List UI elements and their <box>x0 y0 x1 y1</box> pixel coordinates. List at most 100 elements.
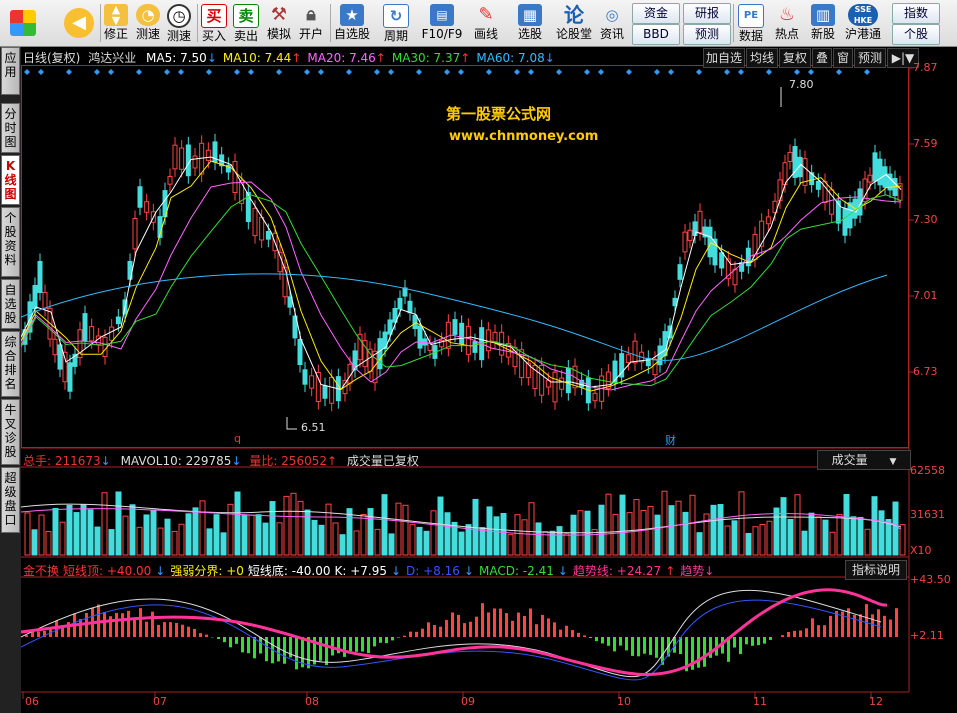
candle-body <box>422 338 428 346</box>
kline-toolbar-button[interactable]: 叠 <box>812 48 832 68</box>
date-tick: 11 <box>753 695 767 708</box>
fund-button[interactable]: 资金 <box>632 3 680 24</box>
volume-bar <box>227 503 234 556</box>
kline-toolbar-button[interactable]: 复权 <box>779 48 811 68</box>
macd-bar <box>385 637 388 644</box>
adjust-button[interactable]: ▲ ▼ 修正 <box>102 2 130 44</box>
candle-body <box>872 152 878 182</box>
kline-chart-svg[interactable] <box>21 47 957 713</box>
forum-icon: 论 <box>564 3 584 27</box>
volume-bar <box>724 525 731 556</box>
tab-kline[interactable]: K线图 <box>1 155 20 205</box>
research-button[interactable]: 研报 <box>683 3 731 24</box>
macd-bar <box>889 619 892 637</box>
volume-bar <box>178 523 185 556</box>
date-tick: 07 <box>153 695 167 708</box>
tab-watchlist[interactable]: 自选股 <box>1 279 20 329</box>
volume-bar <box>871 496 878 556</box>
speed-test-button[interactable]: ◔ 测速 <box>133 2 163 44</box>
signal-diamond <box>388 69 394 75</box>
signal-diamond <box>626 69 632 75</box>
sell-button[interactable]: 卖 卖出 <box>232 2 260 44</box>
volume-bar <box>115 491 122 556</box>
macd-bar <box>505 613 508 637</box>
index-button[interactable]: 指数 <box>892 3 940 24</box>
volume-bar <box>598 504 605 556</box>
watchlist-button[interactable]: ★ 自选股 <box>332 2 372 44</box>
tab-ranking[interactable]: 综合排名 <box>1 331 20 397</box>
draw-line-button[interactable]: ✎ 画线 <box>468 2 504 44</box>
macd-bar <box>613 637 616 652</box>
pe-icon: PE <box>738 4 764 28</box>
candle-body <box>592 392 598 402</box>
personal-stock-button[interactable]: 个股 <box>892 24 940 45</box>
app-logo[interactable] <box>3 2 43 44</box>
signal-diamond <box>38 69 44 75</box>
ipo-button[interactable]: ▥ 新股 <box>808 2 838 44</box>
event-marker-q[interactable]: q <box>234 432 241 445</box>
simulate-button[interactable]: ⚒ 模拟 <box>264 2 294 44</box>
hk-connect-button[interactable]: SSE HKE 沪港通 <box>843 2 883 44</box>
price-axis-label: 7.87 <box>913 61 938 74</box>
candle-body <box>842 208 848 236</box>
candle-body <box>89 326 95 342</box>
f10-button[interactable]: ▤ F10/F9 <box>420 2 464 44</box>
period-button[interactable]: ↻ 周期 <box>376 2 416 44</box>
finance-marker[interactable]: 财 <box>665 432 676 448</box>
date-tick: 09 <box>461 695 475 708</box>
macd-bar <box>571 630 574 637</box>
macd-bar <box>325 637 328 666</box>
candle-body <box>192 155 198 169</box>
macd-bar <box>781 635 784 637</box>
volume-bar <box>66 504 73 556</box>
macd-bar <box>253 637 256 659</box>
macd-bar <box>733 637 736 648</box>
macd-bar <box>151 611 154 637</box>
indicator-value: MACD: -2.41 <box>478 564 554 578</box>
indicator-axis-label: +2.11 <box>910 629 944 642</box>
indicator-value: 趋势线: +24.27 <box>572 564 662 578</box>
back-button[interactable]: ◀ <box>60 2 98 44</box>
bbd-button[interactable]: BBD <box>632 24 680 45</box>
kline-toolbar-button[interactable]: 均线 <box>746 48 778 68</box>
macd-bar <box>235 637 238 644</box>
kline-toolbar-button[interactable]: 预测 <box>854 48 886 68</box>
stock-pick-button[interactable]: ▦ 选股 <box>510 2 550 44</box>
macd-bar <box>769 637 772 640</box>
open-account-button[interactable]: 🔒︎ 开户 <box>296 2 326 44</box>
volume-bar <box>122 515 129 556</box>
macd-bar <box>229 637 232 648</box>
macd-bar <box>421 628 424 637</box>
news-button[interactable]: ◎ 资讯 <box>597 2 627 44</box>
macd-bar <box>547 618 550 637</box>
forecast-button[interactable]: 预测 <box>683 24 731 45</box>
volume-bar <box>710 504 717 556</box>
candle-body <box>697 210 703 234</box>
indicator-header: 金不换 短线顶: +40.00 ↓ 强弱分界: +0 短线底: -40.00 K: +7.… <box>23 562 718 579</box>
test-button[interactable]: ◷ 测速 <box>164 2 194 44</box>
data-button[interactable]: PE 数据 <box>736 2 766 44</box>
arrow-down-icon: ↓ <box>544 51 555 65</box>
tab-intraday[interactable]: 分时图 <box>1 103 20 153</box>
macd-bar <box>523 615 526 637</box>
volume-bar <box>80 504 87 556</box>
macd-bar <box>583 635 586 637</box>
candle-body <box>172 144 178 170</box>
tab-stock-profile[interactable]: 个股资料 <box>1 207 20 277</box>
kline-toolbar-button[interactable]: 窗 <box>833 48 853 68</box>
tab-super-panel[interactable]: 超级盘口 <box>1 467 20 533</box>
tab-apps[interactable]: 应用 <box>1 47 20 95</box>
volume-bar <box>24 512 31 556</box>
hot-button[interactable]: ♨ 热点 <box>772 2 802 44</box>
arrow-up-icon: ↑ <box>375 51 386 65</box>
forum-button[interactable]: 论 论股堂 <box>554 2 594 44</box>
tab-diagnosis[interactable]: 牛叉诊股 <box>1 399 20 465</box>
pen-icon: ✎ <box>478 4 494 25</box>
candle-body <box>109 326 115 341</box>
candle-body <box>265 231 271 240</box>
indicator-help-button[interactable]: 指标说明 <box>845 560 907 580</box>
macd-bar <box>157 624 160 637</box>
volume-indicator-select[interactable]: 成交量 ▼ <box>817 450 911 470</box>
buy-button[interactable]: 买 买入 <box>200 2 228 44</box>
kline-toolbar-button[interactable]: 加自选 <box>703 48 745 68</box>
